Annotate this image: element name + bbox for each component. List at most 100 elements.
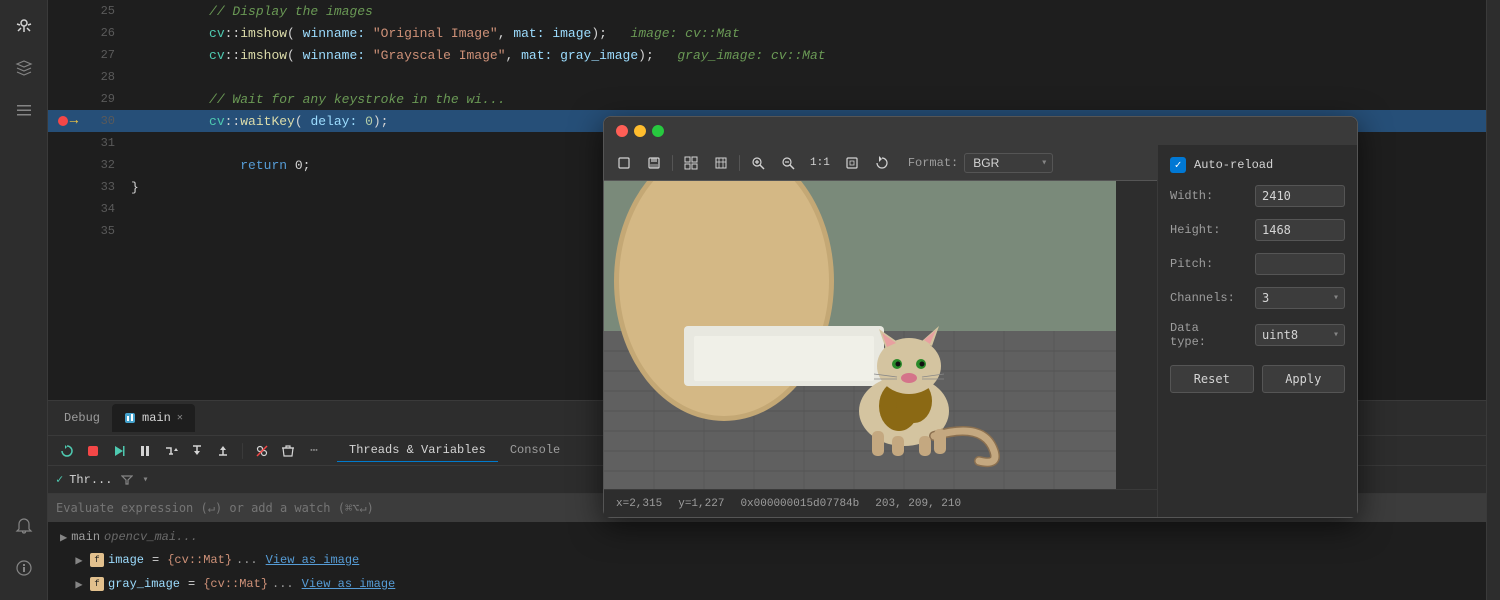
- var-expand-image[interactable]: ▶: [72, 553, 86, 568]
- height-input[interactable]: [1255, 219, 1345, 241]
- viewer-titlebar: [604, 117, 1357, 145]
- debug-arrow-30: →: [70, 113, 78, 129]
- debug-btn-step-over[interactable]: [160, 440, 182, 462]
- frame-expand[interactable]: ▶: [60, 530, 67, 545]
- var-expand-gray[interactable]: ▶: [72, 577, 86, 592]
- frame-label: main: [71, 530, 100, 544]
- debug-tab-console[interactable]: Console: [498, 439, 572, 462]
- var-link-gray[interactable]: View as image: [302, 577, 396, 591]
- right-scrollbar[interactable]: [1486, 0, 1500, 600]
- sidebar-icon-menu[interactable]: [6, 92, 42, 128]
- debug-btn-step-into[interactable]: [186, 440, 208, 462]
- cat-image-svg: [604, 181, 1116, 489]
- pitch-input[interactable]: [1255, 253, 1345, 275]
- viewer-separator-1: [672, 155, 673, 171]
- viewer-separator-2: [739, 155, 740, 171]
- viewer-btn-zoom-out[interactable]: [776, 151, 800, 175]
- viewer-btn-zoom-in[interactable]: [746, 151, 770, 175]
- var-link-image[interactable]: View as image: [266, 553, 360, 567]
- line-number-28: 28: [80, 70, 115, 84]
- sidebar: [0, 0, 48, 600]
- channels-select[interactable]: 1 2 3 4: [1255, 287, 1345, 309]
- debug-tab-debug-label: Debug: [56, 407, 108, 429]
- status-x: x=2,315: [616, 498, 662, 510]
- line-content-30: cv::waitKey( delay: 0);: [131, 99, 388, 144]
- debug-tab-name: main: [142, 411, 171, 425]
- line-number-26: 26: [80, 26, 115, 40]
- channels-field-row: Channels: 1 2 3 4: [1170, 287, 1345, 309]
- width-input[interactable]: [1255, 185, 1345, 207]
- viewer-right-panel: ✓ Auto-reload Width: Height: Pitch:: [1157, 145, 1357, 517]
- height-label: Height:: [1170, 223, 1235, 237]
- auto-reload-checkbox[interactable]: ✓: [1170, 157, 1186, 173]
- viewer-btn-fit-window[interactable]: [612, 151, 636, 175]
- viewer-format-wrapper: BGR RGB RGBA BGRA Grayscale ▾: [964, 153, 1053, 173]
- debug-btn-continue[interactable]: [108, 440, 130, 462]
- line-number-30: 30: [80, 114, 115, 128]
- width-field-row: Width:: [1170, 185, 1345, 207]
- pitch-label: Pitch:: [1170, 257, 1235, 271]
- debug-btn-restart[interactable]: [56, 440, 78, 462]
- frame-filename: opencv_mai...: [104, 530, 198, 544]
- image-viewer: 1:1: [603, 116, 1358, 518]
- auto-reload-label: Auto-reload: [1194, 158, 1273, 172]
- debug-btn-disconnect[interactable]: [251, 440, 273, 462]
- debug-secondary-tabs: Threads & Variables Console: [337, 439, 572, 462]
- viewer-format-select[interactable]: BGR RGB RGBA BGRA Grayscale: [964, 153, 1053, 173]
- traffic-light-green[interactable]: [652, 125, 664, 137]
- debug-btn-clear[interactable]: [277, 440, 299, 462]
- debug-btn-more[interactable]: ⋯: [303, 440, 325, 462]
- line-number-32: 32: [80, 158, 115, 172]
- line-content-33: }: [131, 180, 139, 195]
- channels-select-wrapper: 1 2 3 4: [1255, 287, 1345, 309]
- sidebar-icon-debug[interactable]: [6, 8, 42, 44]
- traffic-light-yellow[interactable]: [634, 125, 646, 137]
- var-extra-image: ...: [236, 553, 258, 567]
- debug-btn-pause[interactable]: [134, 440, 156, 462]
- sidebar-icon-layers[interactable]: [6, 50, 42, 86]
- viewer-format-label: Format:: [908, 156, 958, 170]
- sidebar-icon-info[interactable]: [6, 550, 42, 586]
- variable-row-image: ▶ f image = {cv::Mat} ... View as image: [56, 548, 1478, 572]
- var-name-image: image: [108, 553, 144, 567]
- viewer-btn-grid[interactable]: [679, 151, 703, 175]
- viewer-btn-1-1[interactable]: 1:1: [806, 151, 834, 175]
- breakpoint-dot-30[interactable]: [58, 116, 68, 126]
- data-type-field-row: Data type: uint8 uint16 float32 float64: [1170, 321, 1345, 349]
- viewer-btn-channels[interactable]: [709, 151, 733, 175]
- sidebar-icon-bell[interactable]: [6, 508, 42, 544]
- viewer-btn-save[interactable]: [642, 151, 666, 175]
- filter-button[interactable]: [118, 471, 136, 489]
- data-type-select-wrapper: uint8 uint16 float32 float64: [1255, 324, 1345, 346]
- debug-btn-stop[interactable]: [82, 440, 104, 462]
- status-y: y=1,227: [678, 498, 724, 510]
- debug-btn-step-out[interactable]: [212, 440, 234, 462]
- var-extra-gray: ...: [272, 577, 294, 591]
- debug-tab-main[interactable]: main ✕: [112, 404, 195, 432]
- viewer-image-area: 1:1: [604, 145, 1157, 517]
- debug-tab-close[interactable]: ✕: [177, 412, 183, 424]
- line-marker-30: →: [56, 113, 80, 129]
- viewer-btn-refresh[interactable]: [870, 151, 894, 175]
- reset-button[interactable]: Reset: [1170, 365, 1254, 393]
- viewer-image-container[interactable]: [604, 181, 1116, 489]
- status-address: 0x000000015d07784b: [740, 498, 859, 510]
- button-row: Reset Apply: [1170, 365, 1345, 393]
- thread-name: Thr...: [69, 473, 112, 487]
- pitch-field-row: Pitch:: [1170, 253, 1345, 275]
- data-type-select[interactable]: uint8 uint16 float32 float64: [1255, 324, 1345, 346]
- debug-variables: ▶ main opencv_mai... ▶ f image = {cv::Ma…: [48, 522, 1486, 600]
- viewer-body: 1:1: [604, 145, 1357, 517]
- var-name-gray: gray_image: [108, 577, 180, 591]
- line-number-33: 33: [80, 180, 115, 194]
- apply-button[interactable]: Apply: [1262, 365, 1346, 393]
- line-content-27: cv::imshow( winname: "Grayscale Image", …: [131, 33, 826, 78]
- debug-tab-threads[interactable]: Threads & Variables: [337, 439, 498, 462]
- debug-tab-icon: [124, 412, 136, 424]
- var-icon-image: f: [90, 553, 104, 567]
- traffic-light-red[interactable]: [616, 125, 628, 137]
- viewer-btn-expand[interactable]: [840, 151, 864, 175]
- var-equals-image: =: [152, 553, 159, 567]
- thread-dropdown-arrow[interactable]: ▾: [142, 474, 148, 486]
- var-icon-gray: f: [90, 577, 104, 591]
